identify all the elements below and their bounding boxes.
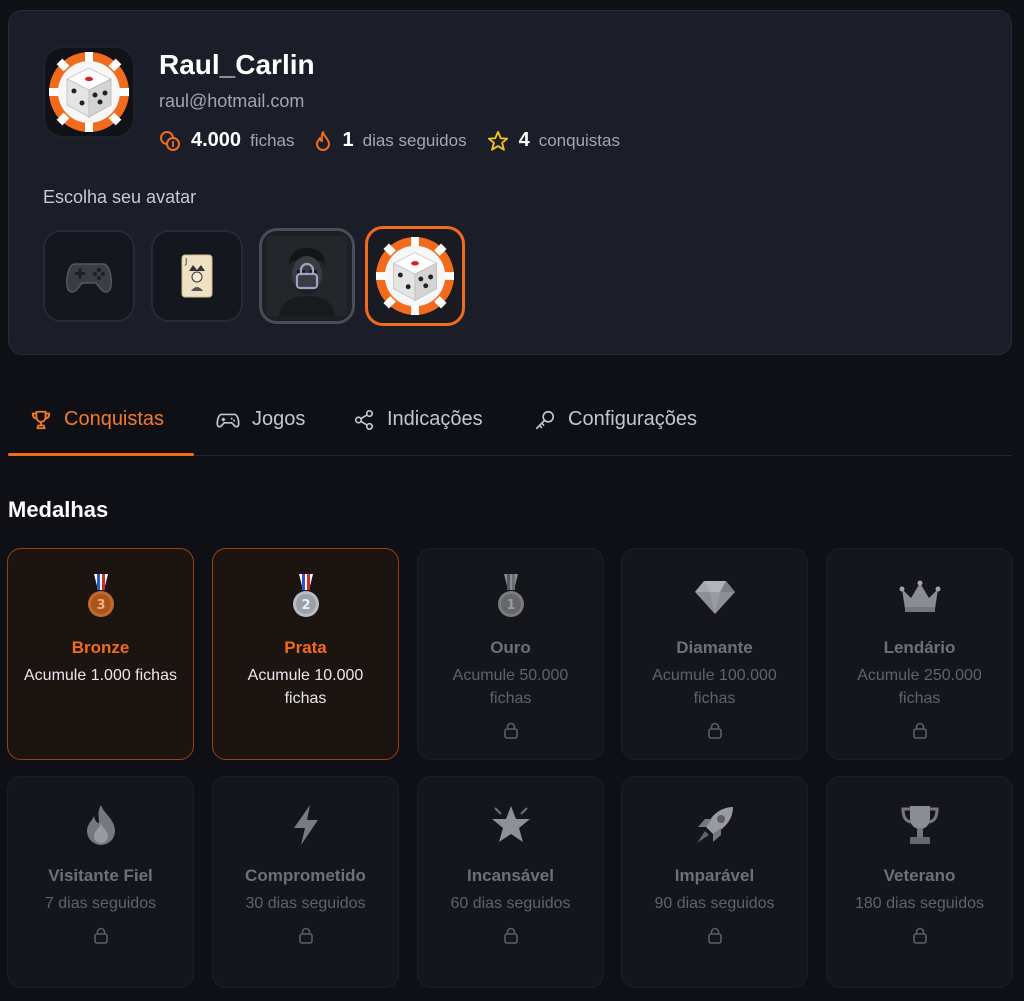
stat-value: 4 xyxy=(518,129,530,151)
tab-label: Jogos xyxy=(252,408,306,430)
tab-indicacoes[interactable]: Indicações xyxy=(353,400,483,456)
medal-card-bronze: 3 Bronze Acumule 1.000 fichas xyxy=(7,548,194,760)
tab-configuracoes[interactable]: Configurações xyxy=(534,400,697,456)
fire-icon xyxy=(83,802,119,848)
gold-medal-icon: 1 xyxy=(496,574,526,620)
lock-icon xyxy=(295,262,319,290)
tab-bar: Conquistas Jogos Indicações Configuraçõe… xyxy=(8,400,1012,456)
avatar-option-dice-selected[interactable] xyxy=(365,226,465,326)
username: Raul_Carlin xyxy=(159,49,315,80)
svg-text:2: 2 xyxy=(301,598,310,613)
dice-avatar-icon xyxy=(375,236,455,316)
medal-name: Lendário xyxy=(883,638,956,657)
medal-card-ouro: 1 Ouro Acumule 50.000 fichas xyxy=(417,548,604,760)
medal-card-visitante-fiel: Visitante Fiel 7 dias seguidos xyxy=(7,776,194,988)
medal-card-diamante: Diamante Acumule 100.000 fichas xyxy=(621,548,808,760)
profile-card: Raul_Carlin raul@hotmail.com 4.000 ficha… xyxy=(8,10,1012,355)
medal-name: Prata xyxy=(284,638,327,657)
lock-icon xyxy=(707,927,722,944)
lock-overlay xyxy=(262,231,352,321)
stat-fichas: 4.000 fichas xyxy=(159,129,294,152)
medal-description: Acumule 100.000 fichas xyxy=(652,667,777,707)
stat-achievements: 4 conquistas xyxy=(487,129,620,152)
crown-icon xyxy=(899,574,941,620)
medal-name: Diamante xyxy=(676,638,753,657)
medal-card-veterano: Veterano 180 dias seguidos xyxy=(826,776,1013,988)
lightning-icon xyxy=(290,802,322,848)
trophy-cup-icon xyxy=(899,802,941,848)
medal-name: Visitante Fiel xyxy=(48,866,153,885)
diamond-icon xyxy=(694,574,736,620)
medal-description: Acumule 50.000 fichas xyxy=(452,667,569,707)
avatar-option-joker[interactable]: J xyxy=(151,230,243,322)
tab-jogos[interactable]: Jogos xyxy=(216,400,305,456)
joker-card-avatar-icon: J xyxy=(181,254,213,298)
avatar-option-locked-portrait[interactable] xyxy=(259,228,355,324)
medal-description: 60 dias seguidos xyxy=(450,895,571,912)
gamepad-avatar-icon xyxy=(66,263,112,293)
medal-card-prata: 2 Prata Acumule 10.000 fichas xyxy=(212,548,399,760)
tab-label: Conquistas xyxy=(64,408,165,430)
medal-description: 30 dias seguidos xyxy=(245,895,366,912)
bronze-medal-icon: 3 xyxy=(86,574,116,620)
stat-label: fichas xyxy=(250,130,295,150)
lock-icon xyxy=(912,722,927,739)
medal-name: Incansável xyxy=(467,866,554,885)
svg-text:3: 3 xyxy=(96,598,105,613)
dice-avatar-icon xyxy=(43,46,135,138)
lock-icon xyxy=(93,927,108,944)
lock-icon xyxy=(707,722,722,739)
medal-name: Comprometido xyxy=(245,866,366,885)
medal-card-incansavel: Incansável 60 dias seguidos xyxy=(417,776,604,988)
user-stats: 4.000 fichas 1 dias seguidos 4 conquista… xyxy=(159,129,640,152)
rocket-icon xyxy=(693,802,737,848)
avatar-options: J xyxy=(43,226,481,326)
user-email: raul@hotmail.com xyxy=(159,91,305,111)
star-icon xyxy=(487,130,508,151)
active-tab-indicator xyxy=(8,453,194,456)
svg-text:1: 1 xyxy=(506,598,515,613)
medal-name: Bronze xyxy=(71,638,130,657)
medal-description: Acumule 1.000 fichas xyxy=(24,667,177,684)
trophy-icon xyxy=(31,410,51,430)
medal-name: Ouro xyxy=(490,638,531,657)
medal-description: 7 dias seguidos xyxy=(44,895,157,912)
coins-icon xyxy=(160,130,180,151)
medal-description: 180 dias seguidos xyxy=(855,895,984,912)
stat-label: conquistas xyxy=(538,130,620,150)
medals-section-title: Medalhas xyxy=(8,497,109,522)
medal-name: Veterano xyxy=(883,866,956,885)
medal-card-imparavel: Imparável 90 dias seguidos xyxy=(621,776,808,988)
tab-label: Indicações xyxy=(387,408,483,430)
avatar-option-gamepad[interactable] xyxy=(43,230,135,322)
silver-medal-icon: 2 xyxy=(291,574,321,620)
tab-label: Configurações xyxy=(568,408,697,430)
medal-description: Acumule 10.000 fichas xyxy=(247,667,364,707)
lock-icon xyxy=(503,927,518,944)
stat-label: dias seguidos xyxy=(362,130,467,150)
gamepad-icon xyxy=(216,413,240,428)
lock-icon xyxy=(912,927,927,944)
medal-description: Acumule 250.000 fichas xyxy=(857,667,982,707)
avatar-section-title: Escolha seu avatar xyxy=(43,187,197,207)
medal-card-lendario: Lendário Acumule 250.000 fichas xyxy=(826,548,1013,760)
key-icon xyxy=(535,410,555,430)
lock-icon xyxy=(503,722,518,739)
share-icon xyxy=(354,410,374,430)
svg-text:J: J xyxy=(184,257,187,266)
stat-value: 1 xyxy=(342,129,354,151)
medal-card-comprometido: Comprometido 30 dias seguidos xyxy=(212,776,399,988)
flame-icon xyxy=(316,130,331,151)
medal-name: Imparável xyxy=(674,866,755,885)
tab-conquistas[interactable]: Conquistas xyxy=(30,400,164,456)
medal-description: 90 dias seguidos xyxy=(654,895,775,912)
stat-value: 4.000 xyxy=(191,129,242,151)
stat-streak: 1 dias seguidos xyxy=(314,129,467,152)
burst-star-icon xyxy=(490,802,532,848)
lock-icon xyxy=(298,927,313,944)
